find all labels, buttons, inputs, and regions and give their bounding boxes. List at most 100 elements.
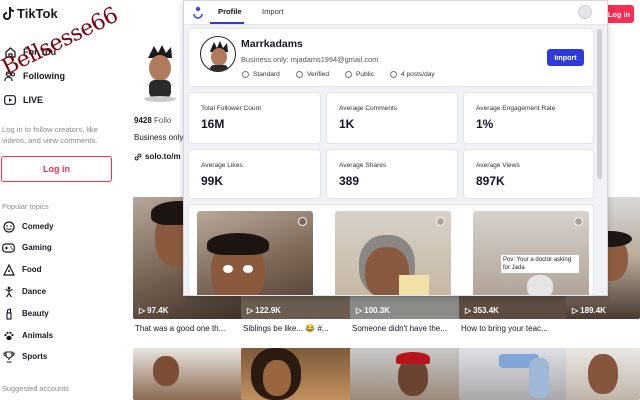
video-tile[interactable] xyxy=(350,348,472,400)
post-thumbnail[interactable] xyxy=(335,211,451,295)
stat-card: Average Comments 1K xyxy=(326,92,458,144)
active-tab-indicator xyxy=(210,22,244,24)
topic-label: Gaming xyxy=(22,243,52,252)
stat-card: Total Follower Count 16M xyxy=(188,92,321,144)
profile-link[interactable]: solo.to/m xyxy=(134,152,181,161)
thumbnail-caption-overlay: Pov: Your a doctor asking for Jada xyxy=(501,255,579,273)
stat-card: Average Views 897K xyxy=(463,149,594,199)
post-thumbnail[interactable] xyxy=(197,211,313,295)
app-logo-icon xyxy=(193,6,203,19)
stat-label: Average Shares xyxy=(339,162,387,169)
nav-live[interactable]: LIVE xyxy=(4,94,43,106)
check-circle-icon xyxy=(345,71,352,78)
video-tile[interactable] xyxy=(566,348,640,400)
dance-icon xyxy=(2,285,15,298)
stat-value: 389 xyxy=(339,174,360,188)
following-count: 9428 Follo xyxy=(134,116,172,125)
view-count: ▷ 353.4K xyxy=(465,306,499,315)
stat-label: Average Views xyxy=(476,162,520,169)
stat-value: 897K xyxy=(476,174,505,188)
tiktok-logo[interactable]: TikTok xyxy=(2,6,58,21)
video-caption[interactable]: How to bring your teac... xyxy=(461,324,583,333)
view-count: ▷ 122.9K xyxy=(247,306,281,315)
topic-sports[interactable]: Sports xyxy=(2,350,47,363)
view-count: ▷ 100.3K xyxy=(356,306,390,315)
tab-import[interactable]: Import xyxy=(262,7,284,16)
header-login-button[interactable]: Log in xyxy=(604,5,634,23)
import-button[interactable]: Import xyxy=(547,49,584,66)
scrollbar-thumb[interactable] xyxy=(597,29,602,179)
tiktok-note-icon xyxy=(3,7,14,20)
stat-label: Total Follower Count xyxy=(201,105,262,112)
topic-food[interactable]: Food xyxy=(2,263,42,276)
topic-label: Animals xyxy=(22,331,54,340)
video-caption[interactable]: Someone didn't have the... xyxy=(352,324,474,333)
stat-value: 16M xyxy=(201,117,225,131)
profile-bio: Business only xyxy=(134,133,184,142)
play-icon: ▷ xyxy=(247,306,254,315)
topic-comedy[interactable]: Comedy xyxy=(2,220,54,233)
popup-scrollbar[interactable] xyxy=(595,27,604,293)
topic-gaming[interactable]: Gaming xyxy=(2,241,52,254)
sidebar: TikTok For You Following LIVE Bellsesse6… xyxy=(0,0,122,400)
play-icon: ▷ xyxy=(356,306,363,315)
play-icon: ▷ xyxy=(465,306,472,315)
topic-dance[interactable]: Dance xyxy=(2,285,46,298)
topic-label: Beauty xyxy=(22,309,49,318)
check-circle-icon xyxy=(296,71,303,78)
smile-icon xyxy=(2,220,15,233)
play-icon xyxy=(436,217,445,226)
badge-public: Public xyxy=(345,71,374,78)
stat-card: Average Likes 99K xyxy=(188,149,321,199)
stat-card: Average Engagement Rate 1% xyxy=(463,92,594,144)
tab-profile[interactable]: Profile xyxy=(218,7,242,16)
video-caption[interactable]: Siblings be like... 😂 #... xyxy=(243,324,365,333)
login-hint: Log in to follow creators, like videos, … xyxy=(2,125,98,145)
stat-value: 1% xyxy=(476,117,494,131)
badge-standard: Standard xyxy=(242,71,280,78)
suggested-accounts-title: Suggested accounts xyxy=(2,384,69,393)
profile-name: Marrkadams xyxy=(241,38,303,50)
play-icon: ▷ xyxy=(572,306,579,315)
stat-label: Average Engagement Rate xyxy=(476,105,556,112)
stat-card: Average Shares 389 xyxy=(326,149,458,199)
beauty-icon xyxy=(2,307,15,320)
stat-label: Average Comments xyxy=(339,105,398,112)
topics-title: Popular topics xyxy=(2,202,49,211)
gamepad-icon xyxy=(2,241,15,254)
badge-verified: Verified xyxy=(296,71,329,78)
video-tile[interactable] xyxy=(459,348,581,400)
profile-card: Marrkadams Business only: mjadams1994@gm… xyxy=(188,28,594,87)
topic-beauty[interactable]: Beauty xyxy=(2,307,49,320)
paw-icon xyxy=(2,329,15,342)
user-avatar-icon[interactable] xyxy=(578,5,592,19)
topic-label: Food xyxy=(22,265,42,274)
view-count: ▷ 189.4K xyxy=(572,306,606,315)
login-button[interactable]: Log in xyxy=(1,156,112,182)
nav-label: Following xyxy=(23,71,65,81)
video-caption[interactable]: That was a good one th... xyxy=(135,324,257,333)
clock-icon xyxy=(390,71,397,78)
profile-avatar xyxy=(140,44,180,102)
logo-text: TikTok xyxy=(17,6,58,21)
topic-label: Dance xyxy=(22,287,47,296)
topic-animals[interactable]: Animals xyxy=(2,329,53,342)
gear-icon xyxy=(242,71,249,78)
profile-avatar xyxy=(200,36,236,72)
stat-value: 99K xyxy=(201,174,224,188)
stat-value: 1K xyxy=(339,117,355,131)
trophy-icon xyxy=(2,350,15,363)
video-tile[interactable] xyxy=(133,348,255,400)
play-icon xyxy=(574,217,583,226)
profile-business-email: Business only: mjadams1994@gmail.com xyxy=(241,55,379,64)
stat-label: Average Likes xyxy=(201,162,243,169)
video-tile[interactable] xyxy=(241,348,363,400)
nav-label: LIVE xyxy=(23,95,44,105)
topic-label: Comedy xyxy=(22,222,54,231)
view-count: ▷ 97.4K xyxy=(139,306,169,315)
play-icon: ▷ xyxy=(139,306,146,315)
food-icon xyxy=(2,263,15,276)
extension-popup: Profile Import Marrkadams Business only:… xyxy=(183,0,608,296)
badge-posts-per-day: 4 posts/day xyxy=(390,71,435,78)
post-thumbnail[interactable]: Pov: Your a doctor asking for Jada xyxy=(473,211,589,295)
